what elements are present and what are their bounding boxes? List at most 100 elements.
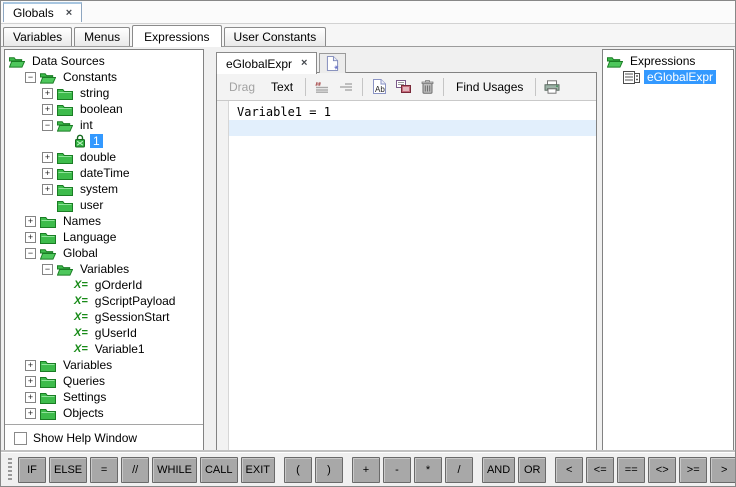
op-plus-button[interactable]: +: [352, 457, 380, 483]
close-tab-icon[interactable]: ×: [66, 8, 72, 19]
tree-item-global-variables[interactable]: − Variables: [5, 261, 203, 277]
tree-item-data-sources[interactable]: Data Sources: [5, 53, 203, 69]
rename-button[interactable]: [367, 76, 391, 97]
show-help-checkbox[interactable]: [14, 432, 27, 445]
tree-item-constant-1[interactable]: 1: [5, 133, 203, 149]
tree-item-eglobalexpr[interactable]: eGlobalExpr: [603, 69, 733, 85]
print-button[interactable]: [540, 76, 564, 97]
expander-plus-icon[interactable]: +: [25, 360, 36, 371]
drag-mode-button[interactable]: Drag: [221, 80, 263, 94]
expander-plus-icon[interactable]: +: [25, 408, 36, 419]
tab-expressions[interactable]: Expressions: [132, 25, 221, 47]
data-sources-panel: Data Sources − Constants + string + bool…: [4, 49, 204, 452]
folder-open-icon: [57, 119, 73, 132]
align-lines-button[interactable]: [334, 76, 358, 97]
tab-variables[interactable]: Variables: [3, 27, 72, 46]
expander-plus-icon[interactable]: +: [42, 168, 53, 179]
expander-minus-icon[interactable]: −: [42, 264, 53, 275]
expander-plus-icon[interactable]: +: [25, 216, 36, 227]
op-greater-equal-button[interactable]: >=: [679, 457, 707, 483]
tree-item-gscriptpayload[interactable]: X= gScriptPayload: [5, 293, 203, 309]
tree-item-system[interactable]: + system: [5, 181, 203, 197]
tree-item-label: Variables: [60, 358, 115, 372]
expander-plus-icon[interactable]: +: [25, 376, 36, 387]
op-exit-button[interactable]: EXIT: [241, 457, 275, 483]
op-divide-button[interactable]: /: [445, 457, 473, 483]
find-usages-button[interactable]: Find Usages: [448, 80, 531, 94]
op-greater-button[interactable]: >: [710, 457, 736, 483]
editor-tab-eglobalexpr[interactable]: eGlobalExpr ×: [216, 52, 317, 74]
delete-button[interactable]: [415, 76, 439, 97]
tree-item-settings[interactable]: + Settings: [5, 389, 203, 405]
tree-item-expressions-root[interactable]: Expressions: [603, 53, 733, 69]
folder-open-icon: [40, 247, 56, 260]
op-comment-button[interactable]: //: [121, 457, 149, 483]
tree-item-int[interactable]: − int: [5, 117, 203, 133]
op-else-button[interactable]: ELSE: [49, 457, 87, 483]
editor-tab-bar: eGlobalExpr ×: [216, 49, 346, 73]
toolbar-separator: [305, 78, 306, 96]
show-help-label: Show Help Window: [33, 431, 137, 445]
op-or-button[interactable]: OR: [518, 457, 546, 483]
line-numbers-button[interactable]: [310, 76, 334, 97]
tree-item-string[interactable]: + string: [5, 85, 203, 101]
tree-item-guserid[interactable]: X= gUserId: [5, 325, 203, 341]
op-and-button[interactable]: AND: [482, 457, 515, 483]
tree-item-variable1[interactable]: X= Variable1: [5, 341, 203, 357]
tree-item-language[interactable]: + Language: [5, 229, 203, 245]
tree-item-gsessionstart[interactable]: X= gSessionStart: [5, 309, 203, 325]
document-tab-globals[interactable]: Globals ×: [3, 2, 82, 22]
op-assign-button[interactable]: =: [90, 457, 118, 483]
tab-label: User Constants: [234, 30, 317, 44]
expander-minus-icon[interactable]: −: [42, 120, 53, 131]
tree-item-global[interactable]: − Global: [5, 245, 203, 261]
op-not-equal-button[interactable]: <>: [648, 457, 676, 483]
delete-icon: [421, 80, 434, 94]
tree-item-names[interactable]: + Names: [5, 213, 203, 229]
op-minus-button[interactable]: -: [383, 457, 411, 483]
op-paren-close-button[interactable]: ): [315, 457, 343, 483]
tree-item-user[interactable]: user: [5, 197, 203, 213]
replace-button[interactable]: [391, 76, 415, 97]
op-call-button[interactable]: CALL: [200, 457, 238, 483]
code-editor[interactable]: Variable1 = 1: [217, 101, 596, 451]
text-mode-button[interactable]: Text: [263, 80, 301, 94]
op-if-button[interactable]: IF: [18, 457, 46, 483]
close-tab-icon[interactable]: ×: [301, 58, 307, 69]
op-while-button[interactable]: WHILE: [152, 457, 197, 483]
op-paren-open-button[interactable]: (: [284, 457, 312, 483]
tree-item-objects[interactable]: + Objects: [5, 405, 203, 421]
code-line[interactable]: Variable1 = 1: [229, 104, 596, 120]
section-tab-bar: Variables Menus Expressions User Constan…: [1, 24, 735, 47]
expander-minus-icon[interactable]: −: [25, 72, 36, 83]
expander-plus-icon[interactable]: +: [42, 152, 53, 163]
tree-item-datetime[interactable]: + dateTime: [5, 165, 203, 181]
tree-item-constants[interactable]: − Constants: [5, 69, 203, 85]
toolbar-grip-handle[interactable]: [8, 458, 12, 482]
constant-lock-icon: [74, 134, 86, 148]
expander-plus-icon[interactable]: +: [42, 88, 53, 99]
op-multiply-button[interactable]: *: [414, 457, 442, 483]
expander-plus-icon[interactable]: +: [25, 232, 36, 243]
current-line-highlight[interactable]: [229, 120, 596, 136]
expander-minus-icon[interactable]: −: [25, 248, 36, 259]
tab-user-constants[interactable]: User Constants: [224, 27, 327, 46]
expander-plus-icon[interactable]: +: [42, 104, 53, 115]
op-equal-button[interactable]: ==: [617, 457, 645, 483]
tree-item-label: Variable1: [92, 342, 148, 356]
tree-item-label: Names: [60, 214, 104, 228]
app-window: Globals × Variables Menus Expressions Us…: [0, 0, 736, 487]
expander-plus-icon[interactable]: +: [42, 184, 53, 195]
op-less-equal-button[interactable]: <=: [586, 457, 614, 483]
tree-item-boolean[interactable]: + boolean: [5, 101, 203, 117]
tree-item-gorderid[interactable]: X= gOrderId: [5, 277, 203, 293]
tree-item-queries[interactable]: + Queries: [5, 373, 203, 389]
op-less-button[interactable]: <: [555, 457, 583, 483]
tree-item-variables[interactable]: + Variables: [5, 357, 203, 373]
new-expression-tab[interactable]: [319, 53, 346, 73]
expander-plus-icon[interactable]: +: [25, 392, 36, 403]
tab-menus[interactable]: Menus: [74, 27, 130, 46]
tree-item-double[interactable]: + double: [5, 149, 203, 165]
main-area: Data Sources − Constants + string + bool…: [1, 47, 735, 452]
line-numbers-icon: [315, 81, 329, 93]
